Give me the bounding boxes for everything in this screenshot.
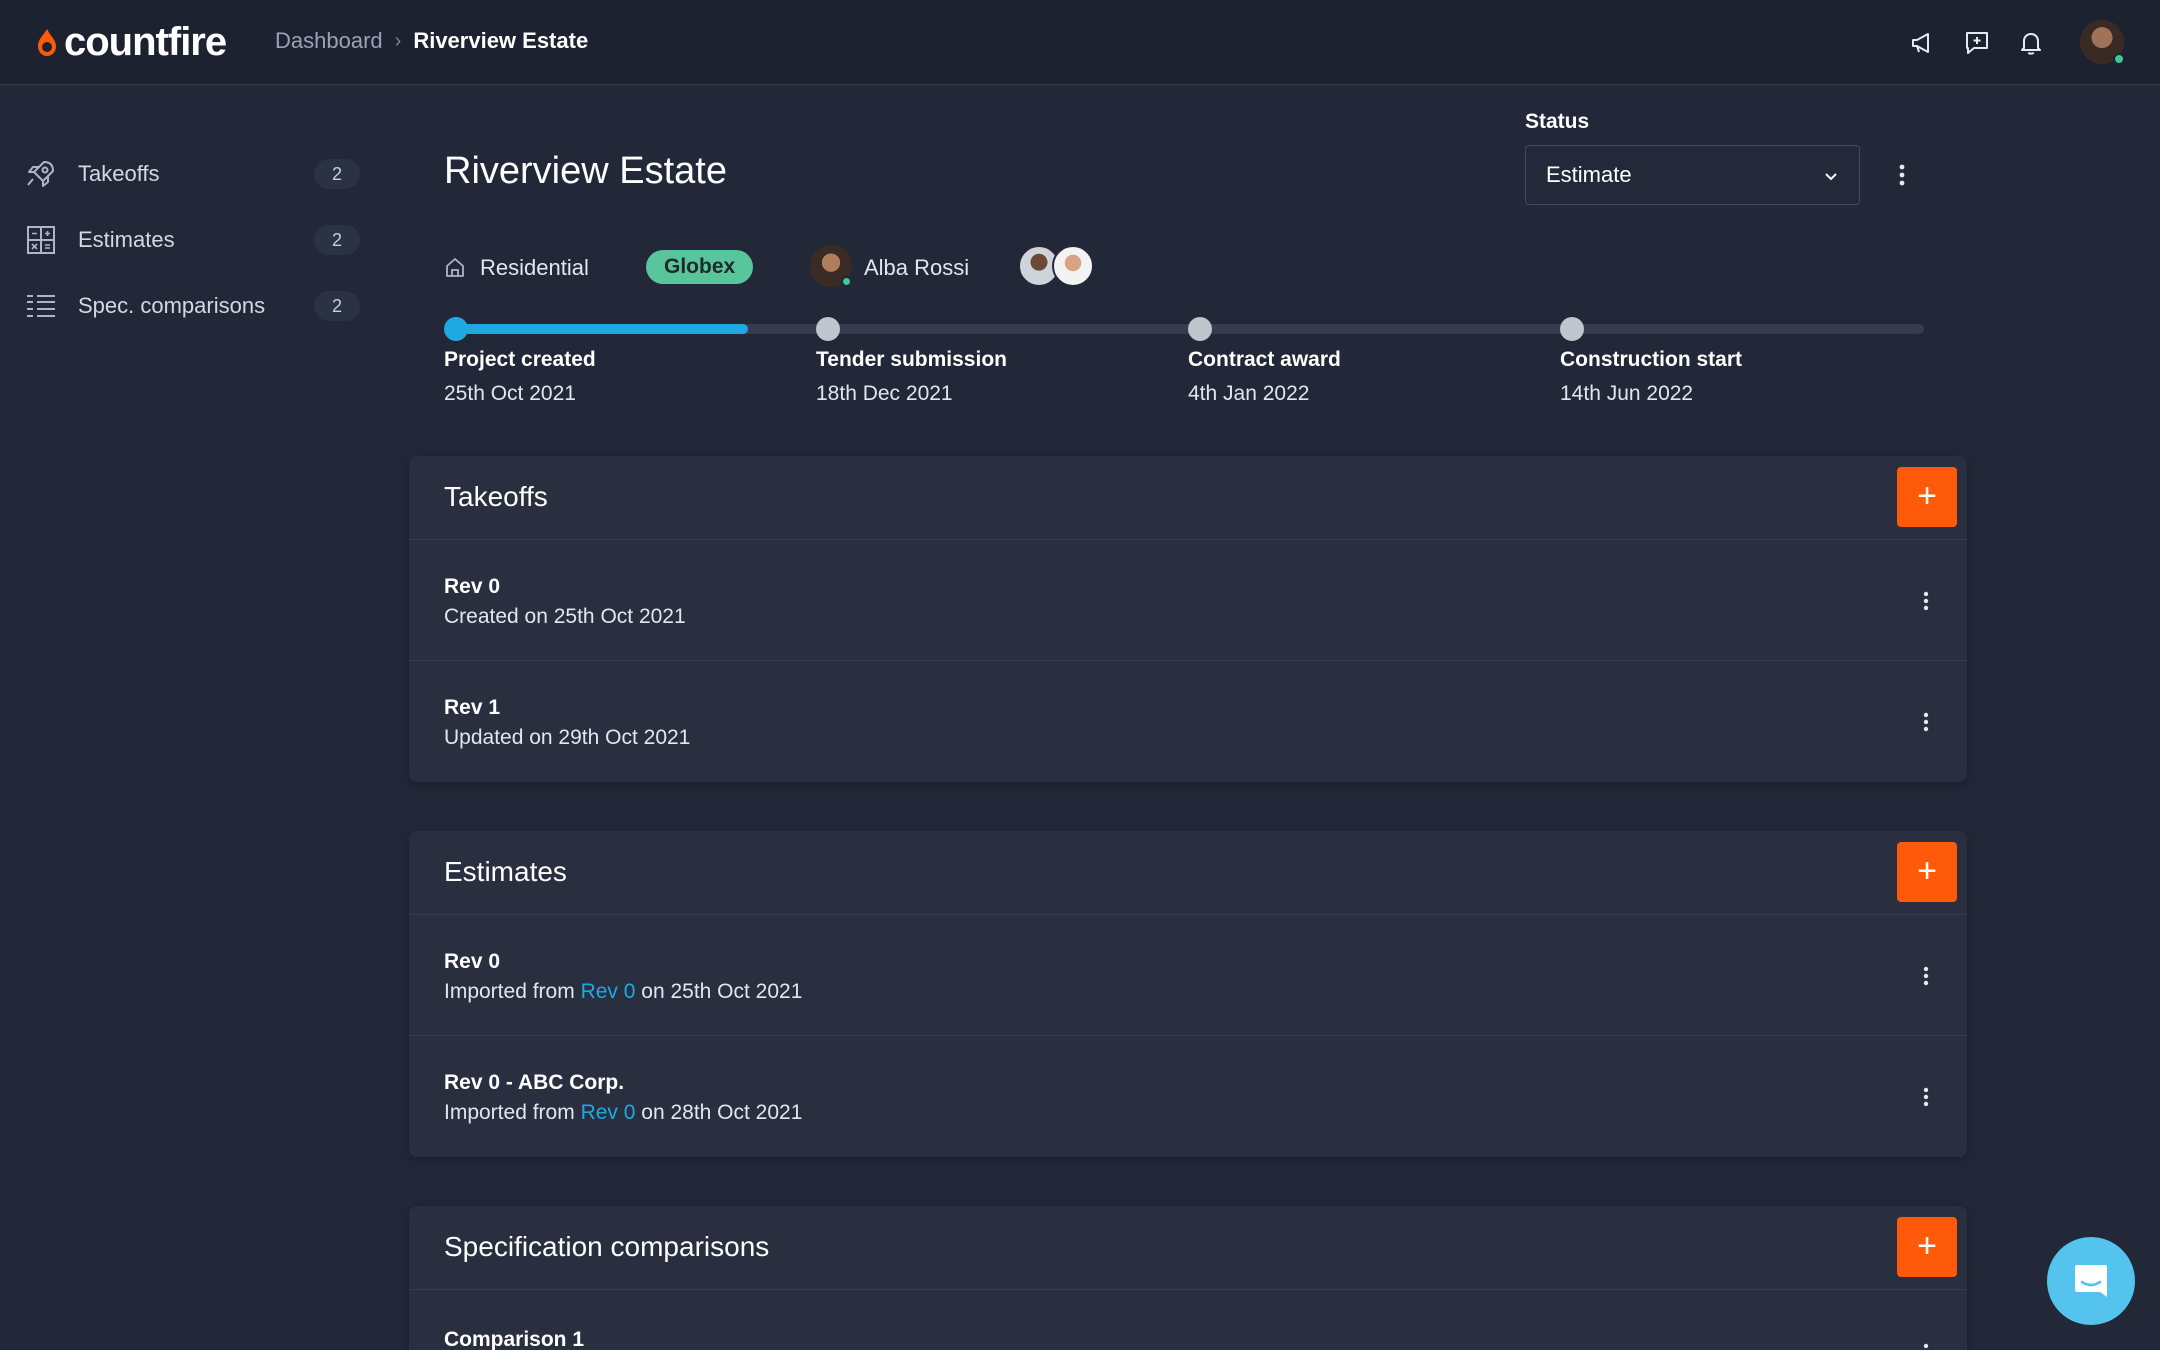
home-icon [446, 258, 464, 277]
breadcrumb-dashboard-link[interactable]: Dashboard [275, 28, 383, 54]
row-title: Rev 0 [444, 950, 501, 973]
feedback-icon[interactable] [1962, 28, 1992, 58]
row-subtitle-suffix: on 25th Oct 2021 [641, 980, 803, 1003]
source-takeoff-link[interactable]: Rev 0 [581, 1101, 636, 1124]
more-options-icon[interactable] [1914, 588, 1938, 614]
project-timeline: Project created 25th Oct 2021 Tender sub… [444, 314, 1934, 434]
card-header: Takeoffs + [409, 456, 1967, 540]
chat-launcher-button[interactable] [2047, 1237, 2135, 1325]
flame-icon [38, 29, 56, 56]
milestone-date: 14th Jun 2022 [1560, 382, 1694, 405]
chat-icon [2075, 1265, 2107, 1297]
megaphone-icon[interactable] [1908, 28, 1938, 58]
sidebar-item-count: 2 [314, 225, 360, 255]
row-subtitle-prefix: Imported from [444, 1101, 575, 1124]
project-type: Residential [480, 255, 589, 280]
timeline-node [1188, 317, 1212, 341]
takeoffs-card: Takeoffs + Rev 0 Created on 25th Oct 202… [409, 456, 1967, 782]
milestone-date: 25th Oct 2021 [444, 382, 576, 405]
card-title: Specification comparisons [444, 1231, 770, 1262]
online-status-dot [841, 276, 852, 287]
milestone-name: Tender submission [816, 348, 1007, 371]
project-menu-icon[interactable] [1890, 160, 1914, 190]
sidebar-item-takeoffs[interactable]: Takeoffs 2 [24, 152, 364, 196]
sidebar-item-count: 2 [314, 159, 360, 189]
sidebar-item-spec-comparisons[interactable]: Spec. comparisons 2 [24, 284, 364, 328]
timeline-node [1560, 317, 1584, 341]
row-subtitle: Created on 25th Oct 2021 [444, 605, 686, 628]
row-title: Comparison 1 [444, 1328, 585, 1350]
breadcrumb: Dashboard › Riverview Estate [275, 28, 588, 54]
milestone-name: Contract award [1188, 348, 1341, 371]
estimates-card: Estimates + Rev 0 Imported from Rev 0 on… [409, 831, 1967, 1157]
owner-name[interactable]: Alba Rossi [864, 255, 969, 281]
milestone: Project created 25th Oct 2021 [444, 348, 804, 406]
milestone-date: 4th Jan 2022 [1188, 382, 1310, 405]
source-takeoff-link[interactable]: Rev 0 [581, 980, 636, 1003]
status-dropdown[interactable]: Estimate [1525, 145, 1860, 205]
milestone: Tender submission 18th Dec 2021 [816, 348, 1176, 406]
list-item[interactable]: Rev 1 Updated on 29th Oct 2021 [409, 661, 1967, 782]
milestone-name: Construction start [1560, 348, 1743, 371]
card-title: Takeoffs [444, 481, 548, 512]
sidebar-item-label: Spec. comparisons [78, 293, 266, 318]
online-status-dot [2113, 53, 2125, 65]
timeline-node [816, 317, 840, 341]
timeline-node [444, 317, 468, 341]
list-item[interactable]: Rev 0 Imported from Rev 0 on 25th Oct 20… [409, 915, 1967, 1036]
add-comparison-button[interactable]: + [1897, 1217, 1957, 1277]
breadcrumb-separator-icon: › [394, 29, 402, 52]
milestone-date: 18th Dec 2021 [816, 382, 953, 405]
list-item[interactable]: Rev 0 Created on 25th Oct 2021 [409, 540, 1967, 661]
row-subtitle: Imported from Rev 0 on 25th Oct 2021 [444, 980, 802, 1004]
spec-comparisons-card: Specification comparisons + Comparison 1 [409, 1206, 1967, 1350]
sidebar-item-label: Estimates [78, 227, 175, 252]
row-subtitle-suffix: on 28th Oct 2021 [641, 1101, 803, 1124]
page-title: Riverview Estate [444, 150, 727, 192]
add-takeoff-button[interactable]: + [1897, 467, 1957, 527]
milestone: Construction start 14th Jun 2022 [1560, 348, 1920, 406]
more-options-icon[interactable] [1914, 963, 1938, 989]
row-title: Rev 0 [444, 575, 501, 598]
more-options-icon[interactable] [1914, 709, 1938, 735]
list-item[interactable]: Rev 0 - ABC Corp. Imported from Rev 0 on… [409, 1036, 1967, 1157]
card-header: Estimates + [409, 831, 1967, 915]
status-label: Status [1525, 110, 1590, 133]
team-member-avatar[interactable] [1052, 245, 1094, 287]
sidebar-item-count: 2 [314, 291, 360, 321]
top-bar: countfire Dashboard › Riverview Estate [0, 0, 2160, 85]
client-tag[interactable]: Globex [646, 250, 754, 284]
countfire-logo[interactable]: countfire [34, 19, 227, 64]
card-header: Specification comparisons + [409, 1206, 1967, 1290]
sidebar-item-label: Takeoffs [78, 161, 160, 186]
milestone-name: Project created [444, 348, 596, 371]
row-subtitle-prefix: Imported from [444, 980, 575, 1003]
row-title: Rev 1 [444, 696, 501, 719]
card-title: Estimates [444, 856, 567, 887]
more-options-icon[interactable] [1914, 1340, 1938, 1350]
more-options-icon[interactable] [1914, 1084, 1938, 1110]
row-subtitle: Imported from Rev 0 on 28th Oct 2021 [444, 1101, 802, 1125]
row-subtitle: Updated on 29th Oct 2021 [444, 726, 691, 749]
list-item[interactable]: Comparison 1 [409, 1290, 1967, 1350]
add-estimate-button[interactable]: + [1897, 842, 1957, 902]
rocket-icon [27, 161, 54, 187]
bell-icon[interactable] [2016, 28, 2046, 58]
list-icon [27, 295, 55, 317]
project-meta: Residential Globex Alba Rossi [444, 245, 1144, 289]
calculator-icon [27, 226, 55, 254]
chevron-down-icon [1825, 173, 1837, 181]
timeline-progress [454, 324, 748, 334]
breadcrumb-current: Riverview Estate [413, 28, 589, 53]
logo-text: countfire [64, 19, 227, 64]
sidebar-item-estimates[interactable]: Estimates 2 [24, 218, 364, 262]
row-title: Rev 0 - ABC Corp. [444, 1071, 625, 1094]
status-value: Estimate [1546, 162, 1632, 187]
milestone: Contract award 4th Jan 2022 [1188, 348, 1548, 406]
